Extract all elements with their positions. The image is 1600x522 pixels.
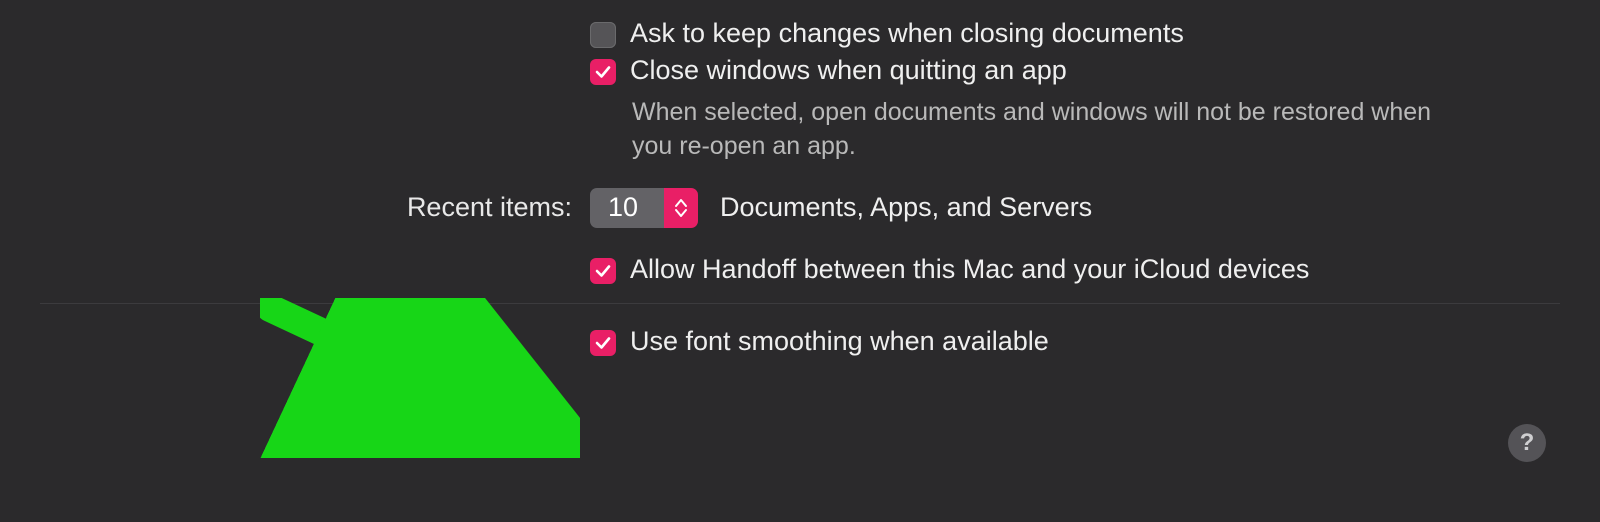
label-font-smoothing: Use font smoothing when available — [630, 326, 1049, 357]
label-ask-keep-changes: Ask to keep changes when closing documen… — [630, 18, 1184, 49]
chevron-up-icon — [674, 198, 688, 208]
checkbox-close-windows[interactable] — [590, 59, 616, 85]
stepper-arrows-icon — [664, 188, 698, 228]
recent-items-row: Recent items: 10 Documents, Apps, and Se… — [0, 188, 1600, 228]
annotation-arrow-icon — [260, 298, 580, 458]
checkbox-handoff[interactable] — [590, 258, 616, 284]
option-row-handoff: Allow Handoff between this Mac and your … — [0, 254, 1600, 285]
recent-items-stepper[interactable]: 10 — [590, 188, 698, 228]
question-mark-icon: ? — [1520, 429, 1535, 457]
label-handoff: Allow Handoff between this Mac and your … — [630, 254, 1309, 285]
close-windows-explain: When selected, open documents and window… — [632, 96, 1442, 164]
checkbox-ask-keep-changes[interactable] — [590, 22, 616, 48]
checkmark-icon — [594, 63, 612, 81]
option-row-font-smoothing: Use font smoothing when available — [0, 326, 1600, 357]
checkbox-font-smoothing[interactable] — [590, 330, 616, 356]
label-close-windows: Close windows when quitting an app — [630, 55, 1067, 86]
option-row-close-windows: Close windows when quitting an app — [0, 55, 1600, 86]
section-divider — [40, 303, 1560, 304]
option-row-ask-keep-changes: Ask to keep changes when closing documen… — [0, 18, 1600, 49]
general-preferences-panel: Ask to keep changes when closing documen… — [0, 0, 1600, 522]
recent-items-suffix: Documents, Apps, and Servers — [720, 192, 1092, 223]
checkmark-icon — [594, 262, 612, 280]
chevron-down-icon — [674, 208, 688, 218]
checkmark-icon — [594, 334, 612, 352]
recent-items-field-label: Recent items: — [407, 192, 572, 222]
recent-items-value: 10 — [590, 188, 664, 228]
help-button[interactable]: ? — [1508, 424, 1546, 462]
